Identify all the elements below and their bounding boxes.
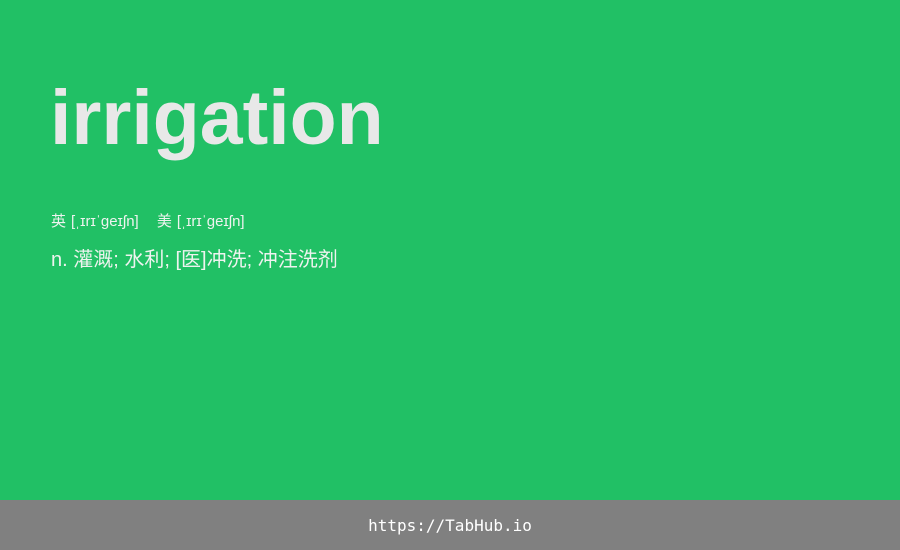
phonetic-us: 美 [ˌɪrɪˈgeɪʃn] bbox=[157, 213, 245, 230]
phonetic-us-ipa: [ˌɪrɪˈgeɪʃn] bbox=[176, 213, 245, 230]
phonetic-uk-label: 英 bbox=[51, 213, 67, 230]
footer-bar: https://TabHub.io bbox=[0, 500, 900, 550]
phonetic-uk-ipa: [ˌɪrɪˈgeɪʃn] bbox=[71, 213, 139, 230]
word-card: irrigation 英 [ˌɪrɪˈgeɪʃn] 美 [ˌɪrɪˈgeɪʃn] n… bbox=[0, 0, 900, 500]
headword: irrigation bbox=[50, 75, 384, 161]
phonetics-row: 英 [ˌɪrɪˈgeɪʃn] 美 [ˌɪrɪˈgeɪʃn] bbox=[51, 212, 245, 232]
definition-text: n. 灌溉; 水利; [医]冲洗; 冲注洗剂 bbox=[51, 249, 338, 271]
phonetic-us-label: 美 bbox=[156, 213, 172, 230]
phonetic-uk: 英 [ˌɪrɪˈgeɪʃn] bbox=[51, 213, 143, 230]
tabhub-link[interactable]: https://TabHub.io bbox=[368, 516, 532, 535]
